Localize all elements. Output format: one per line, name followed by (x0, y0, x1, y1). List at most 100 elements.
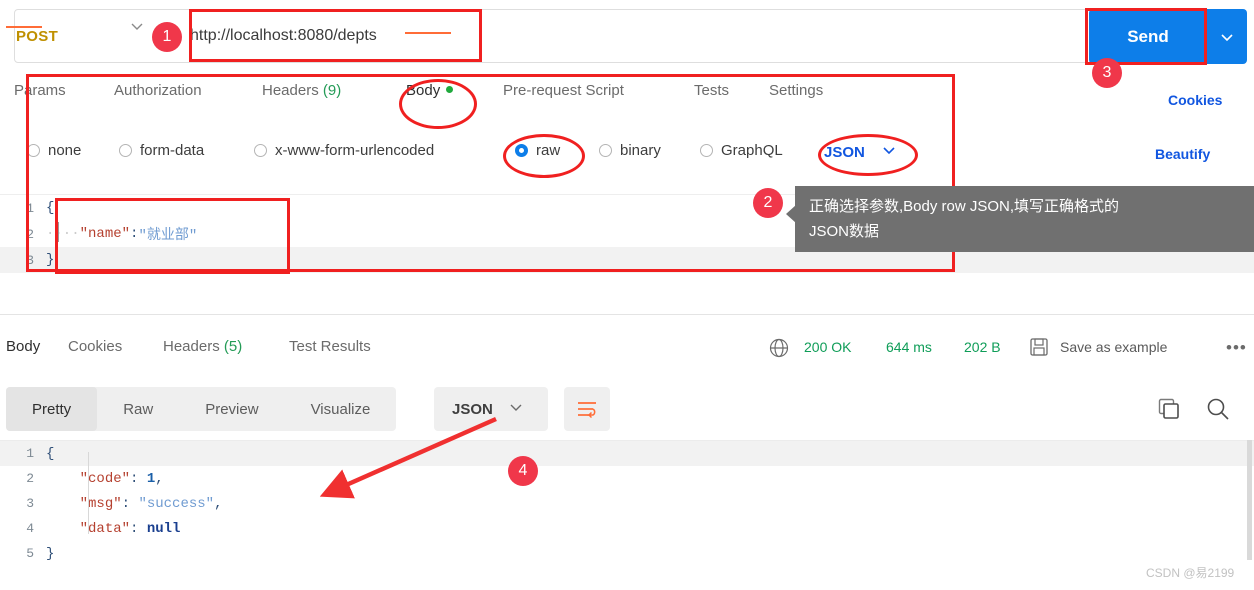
raw-format-select[interactable]: JSON (824, 142, 897, 162)
http-method-select[interactable]: POST (16, 10, 176, 62)
code-content: } (46, 252, 55, 268)
radio-urlencoded[interactable]: x-www-form-urlencoded (254, 142, 434, 159)
code-line: 3 "msg": "success", (0, 491, 1254, 516)
status-code: 200 OK (804, 339, 852, 355)
send-options-button[interactable] (1207, 9, 1247, 64)
line-number: 3 (26, 252, 34, 268)
radio-label: binary (620, 142, 661, 159)
request-editor-scrollbar[interactable] (1244, 196, 1251, 242)
code-colon: : (130, 520, 147, 537)
code-line: 2 "code": 1, (0, 466, 1254, 491)
send-button[interactable]: Send (1089, 9, 1207, 64)
radio-circle-icon (700, 144, 713, 157)
response-view-mode-group: Pretty Raw Preview Visualize (6, 387, 397, 431)
request-tabs: Params Authorization Headers (9) Body Pr… (0, 82, 1254, 124)
resp-tab-headers-label: Headers (163, 338, 220, 355)
radio-circle-icon (27, 144, 40, 157)
tab-headers-label: Headers (262, 82, 319, 99)
response-tabs: Body Cookies Headers (5) Test Results (0, 338, 760, 372)
radio-label: none (48, 142, 82, 159)
code-line: 1 { (0, 441, 1254, 466)
response-code-fold-rail (88, 452, 89, 534)
request-url-row: POST http://localhost:8080/depts Send (0, 0, 1254, 74)
code-content: } (46, 545, 55, 562)
radio-circle-icon (254, 144, 267, 157)
tab-body-active-underline (405, 32, 451, 34)
radio-graphql[interactable]: GraphQL (700, 142, 783, 159)
line-number: 1 (26, 446, 34, 461)
radio-raw[interactable]: raw (515, 142, 560, 159)
headers-count: (9) (322, 82, 342, 99)
view-mode-pretty[interactable]: Pretty (6, 387, 98, 431)
response-format-select[interactable]: JSON (434, 387, 548, 431)
response-divider (0, 314, 1254, 315)
code-content: { (46, 445, 55, 462)
code-indent: ···· (46, 226, 80, 242)
radio-none[interactable]: none (27, 142, 81, 159)
tab-headers[interactable]: Headers (9) (262, 82, 341, 99)
code-line: 1 { (0, 195, 1254, 221)
code-line: 2 ···· "name": "就业部" (0, 221, 1254, 247)
response-meta: 200 OK 644 ms 202 B Save as example ••• (760, 336, 1254, 370)
body-modified-dot (446, 86, 454, 93)
url-input[interactable]: http://localhost:8080/depts (190, 12, 480, 60)
code-colon: : (130, 226, 139, 242)
radio-label: x-www-form-urlencoded (275, 142, 435, 159)
line-number: 3 (26, 496, 34, 511)
response-format-label: JSON (452, 400, 493, 418)
code-value: 1 (146, 470, 156, 487)
view-mode-raw[interactable]: Raw (97, 387, 179, 431)
code-colon: : (130, 470, 147, 487)
chevron-down-icon (130, 19, 144, 33)
code-value: "success" (138, 495, 215, 512)
line-number: 1 (26, 200, 34, 216)
resp-tab-test-results[interactable]: Test Results (289, 338, 371, 355)
response-body-viewer[interactable]: 1 { 2 "code": 1, 3 "msg": "success", 4 "… (0, 440, 1254, 590)
tab-pre-request-script[interactable]: Pre-request Script (503, 82, 624, 99)
code-line: 5 } (0, 541, 1254, 566)
code-line: 4 "data": null (0, 516, 1254, 541)
radio-circle-icon (119, 144, 132, 157)
resp-tab-body[interactable]: Body (6, 338, 40, 355)
code-key: "msg" (79, 495, 122, 512)
code-value: "就业部" (138, 228, 198, 244)
save-as-example-button[interactable]: Save as example (1060, 339, 1167, 355)
tab-settings[interactable]: Settings (769, 82, 823, 99)
response-size: 202 B (964, 339, 1001, 355)
wrap-lines-button[interactable] (564, 387, 610, 431)
radio-label: GraphQL (721, 142, 783, 159)
code-value: null (146, 520, 181, 537)
response-scrollbar[interactable] (1247, 440, 1252, 560)
code-comma: , (155, 470, 164, 487)
tab-tests[interactable]: Tests (694, 82, 729, 99)
code-line: 3 } (0, 247, 1254, 273)
tab-body[interactable]: Body (406, 82, 454, 99)
radio-form-data[interactable]: form-data (119, 142, 204, 159)
resp-tab-headers[interactable]: Headers (5) (163, 338, 242, 355)
line-number: 5 (26, 546, 34, 561)
view-mode-preview[interactable]: Preview (179, 387, 284, 431)
cookies-link[interactable]: Cookies (1168, 92, 1222, 108)
tab-params[interactable]: Params (14, 82, 66, 99)
save-icon[interactable] (1028, 336, 1050, 363)
radio-binary[interactable]: binary (599, 142, 661, 159)
code-comma: , (214, 495, 223, 512)
response-more-options-button[interactable]: ••• (1226, 338, 1247, 358)
chevron-down-icon (881, 142, 897, 162)
beautify-link[interactable]: Beautify (1155, 146, 1210, 162)
chevron-down-icon (509, 400, 523, 419)
tab-authorization[interactable]: Authorization (114, 82, 202, 99)
globe-icon (768, 337, 790, 364)
copy-icon[interactable] (1157, 397, 1181, 426)
resp-tab-cookies[interactable]: Cookies (68, 338, 122, 355)
radio-circle-icon (599, 144, 612, 157)
code-content: { (46, 200, 55, 216)
raw-format-label: JSON (824, 143, 865, 161)
request-body-editor[interactable]: 1 { 2 ···· "name": "就业部" 3 } (0, 194, 1254, 313)
text-cursor (58, 222, 59, 242)
body-type-radio-group: none form-data x-www-form-urlencoded raw… (0, 142, 1254, 174)
search-icon[interactable] (1205, 396, 1231, 427)
tab-body-label: Body (406, 82, 441, 99)
view-mode-visualize[interactable]: Visualize (285, 387, 397, 431)
response-time: 644 ms (886, 339, 932, 355)
